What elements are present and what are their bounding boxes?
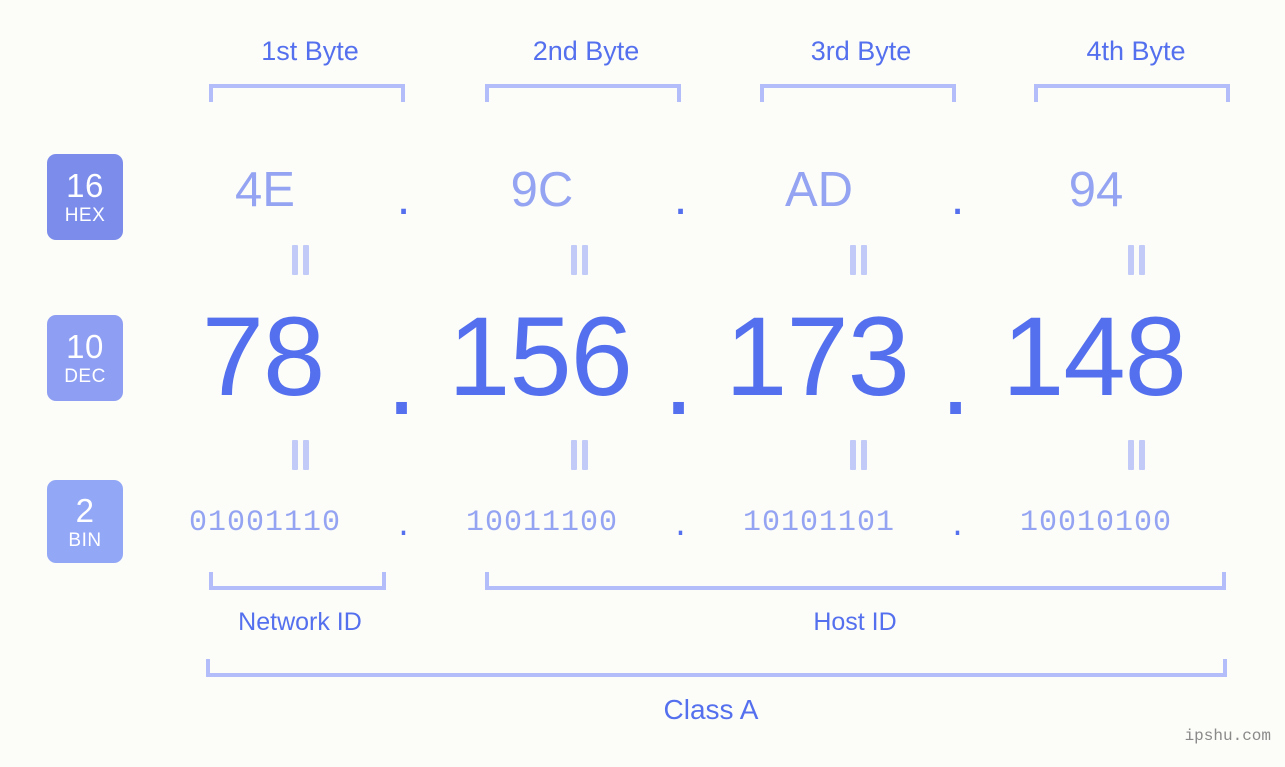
equals-icon-dec-bin-3 — [848, 440, 870, 470]
radix-badge-bin-number: 2 — [75, 491, 95, 529]
radix-badge-dec-abbr: DEC — [64, 366, 106, 387]
equals-icon-hex-dec-2 — [569, 245, 591, 275]
host-id-label: Host ID — [813, 608, 897, 636]
equals-icon-dec-bin-1 — [290, 440, 312, 470]
dec-value-row: 78 . 156 . 173 . 148 — [148, 292, 1256, 439]
byte-bracket-4 — [1034, 84, 1230, 102]
hex-byte-4: 94 — [1068, 163, 1124, 217]
watermark: ipshu.com — [1184, 727, 1271, 745]
byte-header-3: 3rd Byte — [810, 36, 912, 66]
equals-icon-hex-dec-1 — [290, 245, 312, 275]
byte-header-4: 4th Byte — [1086, 36, 1186, 66]
class-bracket — [206, 659, 1227, 677]
bin-byte-4: 10010100 — [1019, 506, 1173, 540]
equals-icon-hex-dec-3 — [848, 245, 870, 275]
dec-byte-1: 78 — [201, 293, 326, 419]
bin-separator-2: . — [671, 510, 690, 545]
hex-byte-1: 4E — [235, 163, 295, 217]
byte-bracket-3 — [760, 84, 956, 102]
dec-separator-1: . — [385, 313, 418, 439]
dec-byte-2: 156 — [448, 293, 633, 419]
host-id-bracket — [485, 572, 1226, 590]
radix-badge-dec: 10 DEC — [47, 315, 123, 401]
network-id-label: Network ID — [238, 608, 362, 636]
hex-separator-2: . — [673, 170, 688, 225]
network-id-bracket — [209, 572, 386, 590]
bin-separator-3: . — [948, 510, 967, 545]
dec-byte-4: 148 — [1002, 293, 1187, 419]
hex-value-row: 4E . 9C . AD . 94 — [150, 152, 1258, 228]
class-label: Class A — [663, 694, 759, 725]
bin-separator-1: . — [394, 510, 413, 545]
radix-badge-bin: 2 BIN — [47, 480, 123, 563]
byte-bracket-2 — [485, 84, 681, 102]
radix-badge-bin-abbr: BIN — [68, 529, 102, 551]
radix-badge-hex-number: 16 — [66, 167, 104, 204]
radix-badge-dec-number: 10 — [66, 328, 104, 365]
equals-icon-dec-bin-4 — [1126, 440, 1148, 470]
dec-byte-3: 173 — [725, 293, 910, 419]
hex-byte-2: 9C — [510, 163, 574, 217]
equals-icon-hex-dec-4 — [1126, 245, 1148, 275]
byte-bracket-1 — [209, 84, 405, 102]
hex-separator-3: . — [950, 170, 965, 225]
dec-separator-3: . — [939, 313, 972, 439]
dec-separator-2: . — [662, 313, 695, 439]
bin-byte-1: 01001110 — [188, 506, 342, 540]
bin-byte-2: 10011100 — [465, 506, 619, 540]
radix-badge-hex-abbr: HEX — [64, 205, 106, 226]
hex-separator-1: . — [396, 170, 411, 225]
hex-byte-3: AD — [784, 163, 854, 217]
equals-icon-dec-bin-2 — [569, 440, 591, 470]
radix-badge-hex: 16 HEX — [47, 154, 123, 240]
ip-breakdown-diagram: 1st Byte 2nd Byte 3rd Byte 4th Byte 16 H… — [0, 0, 1285, 767]
bin-byte-3: 10101101 — [742, 506, 896, 540]
byte-header-1: 1st Byte — [261, 36, 359, 66]
byte-header-2: 2nd Byte — [532, 36, 640, 66]
bin-value-row: 01001110 . 10011100 . 10101101 . 1001010… — [150, 498, 1258, 548]
